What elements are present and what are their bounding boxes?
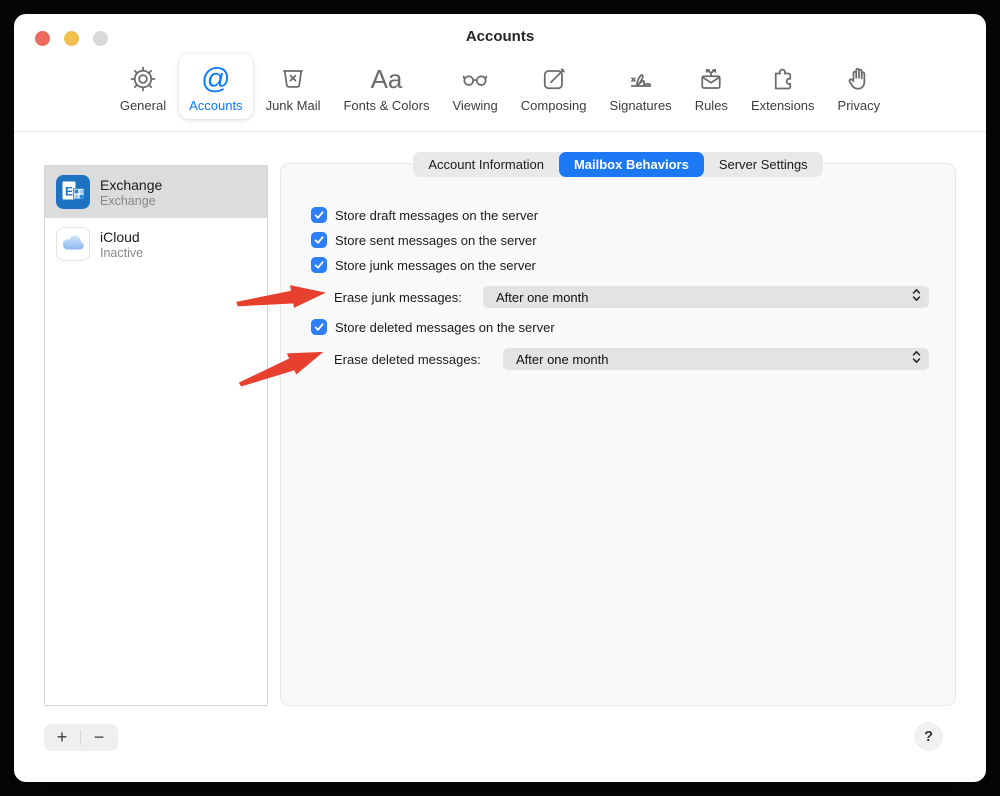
- toolbar-item-label: Viewing: [452, 98, 497, 113]
- compose-icon: [539, 61, 569, 97]
- store-drafts-row: Store draft messages on the server: [311, 207, 538, 223]
- toolbar-item-label: Privacy: [838, 98, 881, 113]
- toolbar-item-label: Rules: [695, 98, 728, 113]
- store-deleted-row: Store deleted messages on the server: [311, 319, 555, 335]
- fonts-icon: Aa: [371, 61, 403, 97]
- tab-server-settings[interactable]: Server Settings: [704, 152, 823, 177]
- gear-icon: [128, 61, 158, 97]
- close-button[interactable]: [35, 31, 50, 46]
- preferences-window: Accounts General @ Accounts Junk: [14, 14, 986, 782]
- erase-junk-label: Erase junk messages:: [334, 290, 462, 305]
- account-detail: Exchange: [100, 194, 162, 208]
- add-remove-control: + −: [44, 724, 118, 751]
- preferences-toolbar: General @ Accounts Junk Mail Aa Fonts & …: [14, 54, 986, 119]
- toolbar-item-signatures[interactable]: Signatures: [600, 54, 682, 119]
- signature-icon: [626, 61, 656, 97]
- dropdown-value: After one month: [516, 352, 912, 367]
- store-drafts-checkbox[interactable]: [311, 207, 327, 223]
- toolbar-item-junk-mail[interactable]: Junk Mail: [256, 54, 331, 119]
- toolbar-item-label: Junk Mail: [266, 98, 321, 113]
- toolbar-divider: [14, 131, 986, 132]
- window-title: Accounts: [466, 28, 534, 45]
- hand-icon: [844, 61, 874, 97]
- zoom-button[interactable]: [93, 31, 108, 46]
- store-deleted-checkbox[interactable]: [311, 319, 327, 335]
- glasses-icon: [460, 61, 490, 97]
- tab-bar-wrap: Account Information Mailbox Behaviors Se…: [280, 152, 956, 177]
- chevron-up-down-icon: [912, 350, 921, 369]
- traffic-lights: [35, 31, 108, 46]
- add-account-button[interactable]: +: [44, 724, 80, 751]
- envelope-arrows-icon: [696, 61, 726, 97]
- puzzle-icon: [768, 61, 798, 97]
- toolbar-item-general[interactable]: General: [110, 54, 176, 119]
- toolbar-item-viewing[interactable]: Viewing: [442, 54, 507, 119]
- store-sent-checkbox[interactable]: [311, 232, 327, 248]
- chevron-up-down-icon: [912, 288, 921, 307]
- account-row-icloud[interactable]: iCloud Inactive: [45, 218, 267, 270]
- store-sent-row: Store sent messages on the server: [311, 232, 537, 248]
- mailbox-behaviors-panel: Store draft messages on the server Store…: [280, 163, 956, 706]
- help-button[interactable]: ?: [915, 723, 942, 750]
- store-junk-row: Store junk messages on the server: [311, 257, 536, 273]
- svg-text:E: E: [65, 185, 73, 199]
- account-name: Exchange: [100, 177, 162, 193]
- checkbox-label: Store junk messages on the server: [335, 258, 536, 273]
- account-name: iCloud: [100, 229, 143, 245]
- at-icon: @: [201, 61, 230, 97]
- toolbar-item-label: Fonts & Colors: [343, 98, 429, 113]
- remove-account-button[interactable]: −: [81, 724, 117, 751]
- toolbar-item-label: Signatures: [610, 98, 672, 113]
- toolbar-item-fonts-colors[interactable]: Aa Fonts & Colors: [333, 54, 439, 119]
- icloud-icon: [56, 227, 90, 261]
- account-detail: Inactive: [100, 246, 143, 260]
- toolbar-item-label: Extensions: [751, 98, 815, 113]
- toolbar-item-label: General: [120, 98, 166, 113]
- checkbox-label: Store deleted messages on the server: [335, 320, 555, 335]
- erase-deleted-dropdown[interactable]: After one month: [503, 348, 929, 370]
- store-junk-checkbox[interactable]: [311, 257, 327, 273]
- title-bar: Accounts: [14, 14, 986, 58]
- toolbar-item-accounts[interactable]: @ Accounts: [179, 54, 252, 119]
- toolbar-item-composing[interactable]: Composing: [511, 54, 597, 119]
- toolbar-item-privacy[interactable]: Privacy: [828, 54, 891, 119]
- erase-junk-dropdown[interactable]: After one month: [483, 286, 929, 308]
- account-row-exchange[interactable]: E Exchange Exchange: [45, 166, 267, 218]
- minimize-button[interactable]: [64, 31, 79, 46]
- toolbar-item-rules[interactable]: Rules: [685, 54, 738, 119]
- checkbox-label: Store draft messages on the server: [335, 208, 538, 223]
- tab-bar: Account Information Mailbox Behaviors Se…: [413, 152, 822, 177]
- toolbar-item-extensions[interactable]: Extensions: [741, 54, 825, 119]
- junk-basket-icon: [278, 61, 308, 97]
- erase-deleted-label: Erase deleted messages:: [334, 352, 481, 367]
- tab-account-information[interactable]: Account Information: [413, 152, 559, 177]
- toolbar-item-label: Accounts: [189, 98, 242, 113]
- exchange-icon: E: [56, 175, 90, 209]
- dropdown-value: After one month: [496, 290, 912, 305]
- toolbar-item-label: Composing: [521, 98, 587, 113]
- accounts-list: E Exchange Exchange: [44, 165, 268, 706]
- checkbox-label: Store sent messages on the server: [335, 233, 537, 248]
- tab-mailbox-behaviors[interactable]: Mailbox Behaviors: [559, 152, 704, 177]
